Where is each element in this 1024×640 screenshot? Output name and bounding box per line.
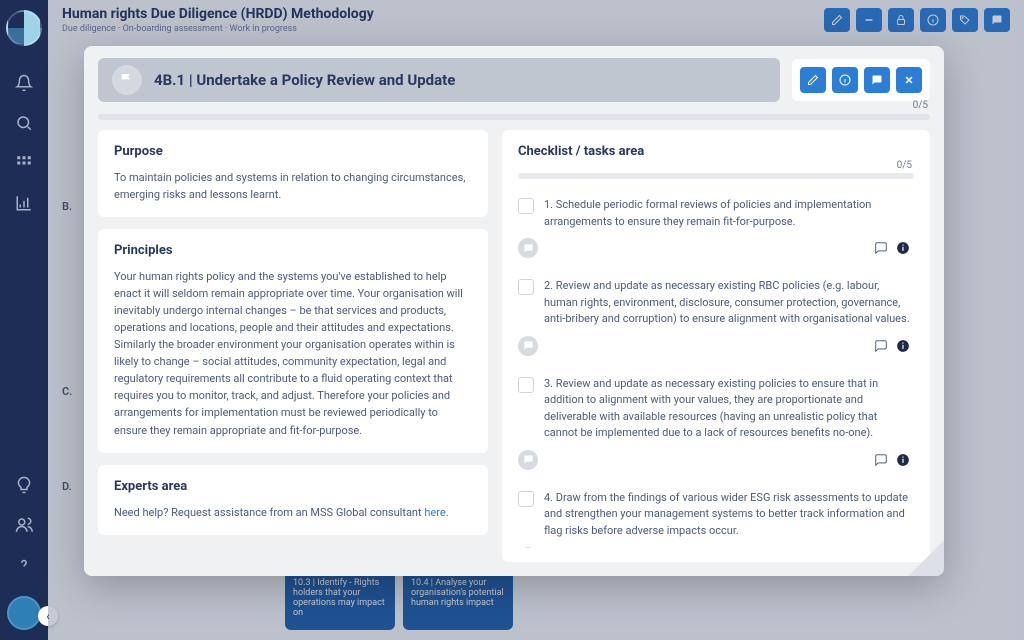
modal-header: 4B.1 | Undertake a Policy Review and Upd… [84, 46, 944, 114]
principles-card: Principles Your human rights policy and … [98, 229, 488, 452]
task-meta [518, 547, 910, 548]
task-item: 3. Review and update as necessary existi… [518, 370, 910, 480]
principles-heading: Principles [114, 243, 472, 258]
task-checkbox[interactable] [518, 279, 534, 295]
task-comment-bubble-icon[interactable] [518, 238, 538, 258]
task-comment-bubble-icon[interactable] [518, 450, 538, 470]
task-text: 3. Review and update as necessary existi… [544, 376, 910, 442]
chart-icon[interactable] [15, 194, 33, 212]
task-checkbox[interactable] [518, 491, 534, 507]
lightbulb-icon[interactable] [15, 476, 33, 494]
info-icon[interactable] [896, 453, 910, 467]
info-icon[interactable] [896, 241, 910, 255]
modal-body: Purpose To maintain policies and systems… [84, 130, 944, 576]
info-button[interactable] [832, 67, 858, 93]
help-icon[interactable] [15, 556, 33, 574]
users-icon[interactable] [15, 516, 33, 534]
principles-text: Your human rights policy and the systems… [114, 268, 472, 438]
checklist-progress-bar: 0/5 [518, 173, 914, 179]
purpose-heading: Purpose [114, 144, 472, 159]
modal: 4B.1 | Undertake a Policy Review and Upd… [84, 46, 944, 576]
edit-button[interactable] [800, 67, 826, 93]
modal-progress-count: 0/5 [913, 100, 928, 111]
app-logo[interactable] [6, 10, 42, 46]
task-comment-bubble-icon[interactable] [518, 336, 538, 356]
task-item: 4. Draw from the findings of various wid… [518, 484, 910, 549]
org-logo[interactable] [7, 596, 41, 630]
modal-actions [792, 59, 930, 101]
modal-title: 4B.1 | Undertake a Policy Review and Upd… [154, 71, 455, 89]
experts-card: Experts area Need help? Request assistan… [98, 465, 488, 535]
task-meta [518, 336, 910, 356]
task-item: 1. Schedule periodic formal reviews of p… [518, 191, 910, 268]
task-checkbox[interactable] [518, 198, 534, 214]
flag-icon [112, 65, 142, 95]
task-checkbox[interactable] [518, 377, 534, 393]
comment-button[interactable] [864, 67, 890, 93]
comment-outline-icon[interactable] [874, 241, 888, 255]
sidebar: ‹ [0, 0, 48, 640]
checklist-heading: Checklist / tasks area [518, 144, 914, 159]
modal-progress-bar: 0/5 [98, 114, 930, 120]
comment-outline-icon[interactable] [874, 339, 888, 353]
task-list: 1. Schedule periodic formal reviews of p… [518, 191, 914, 548]
modal-title-bar: 4B.1 | Undertake a Policy Review and Upd… [98, 58, 780, 102]
task-text: 1. Schedule periodic formal reviews of p… [544, 197, 910, 230]
task-text: 4. Draw from the findings of various wid… [544, 490, 910, 540]
modal-corner-fold [908, 540, 944, 576]
comment-outline-icon[interactable] [874, 453, 888, 467]
task-comment-bubble-icon[interactable] [518, 547, 538, 548]
info-icon[interactable] [896, 339, 910, 353]
purpose-card: Purpose To maintain policies and systems… [98, 130, 488, 217]
close-button[interactable] [896, 67, 922, 93]
experts-text: Need help? Request assistance from an MS… [114, 504, 472, 521]
task-meta [518, 450, 910, 470]
bell-icon[interactable] [15, 74, 33, 92]
experts-heading: Experts area [114, 479, 472, 494]
left-column: Purpose To maintain policies and systems… [98, 130, 488, 562]
grid-icon[interactable] [15, 154, 33, 172]
checklist-progress-count: 0/5 [897, 160, 912, 171]
search-icon[interactable] [15, 114, 33, 132]
task-meta [518, 238, 910, 258]
purpose-text: To maintain policies and systems in rela… [114, 169, 472, 203]
right-column: Checklist / tasks area 0/5 1. Schedule p… [502, 130, 930, 562]
checklist-card: Checklist / tasks area 0/5 1. Schedule p… [502, 130, 930, 562]
experts-link[interactable]: here [424, 506, 445, 519]
task-item: 2. Review and update as necessary existi… [518, 272, 910, 366]
task-text: 2. Review and update as necessary existi… [544, 278, 910, 328]
